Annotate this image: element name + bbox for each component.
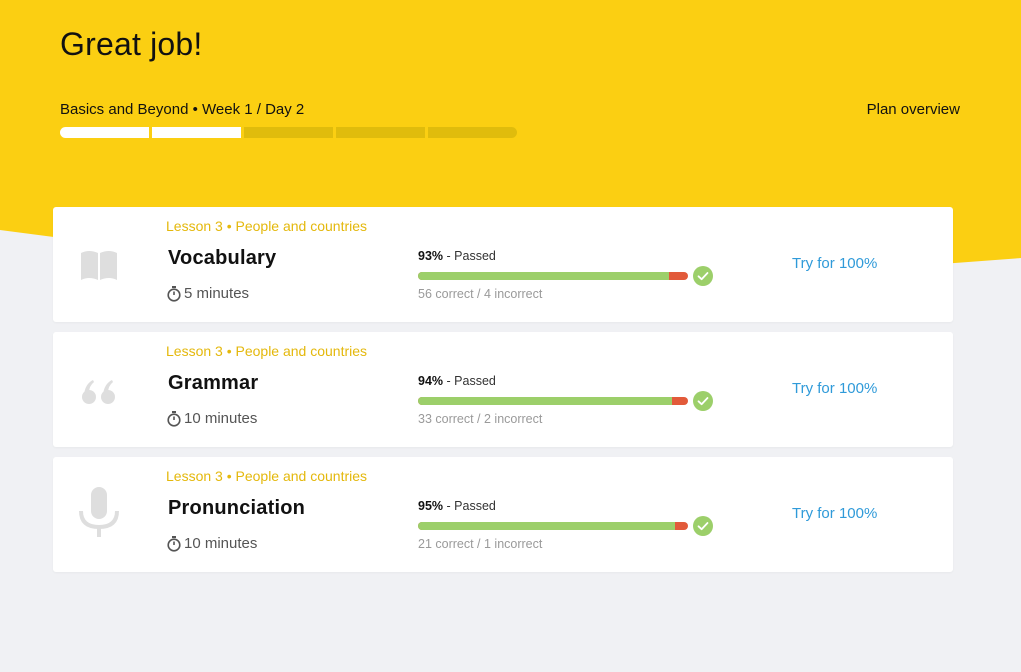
exercise-title: Vocabulary [168,247,277,269]
duration-text: 5 minutes [184,285,250,302]
page-title: Great job! [60,26,203,62]
quote-icon [82,380,115,404]
duration-text: 10 minutes [184,535,258,552]
check-circle-icon [693,391,713,411]
result-card-vocabulary: Lesson 3 • People and countries Vocabula… [53,207,953,322]
try-for-100-button[interactable]: Try for 100% [792,380,877,397]
duration: 10 minutes [167,410,257,427]
stopwatch-icon [167,285,181,302]
score-bar-fill [418,397,672,405]
course-progress-label: Basics and Beyond • Week 1 / Day 2 [60,101,305,118]
score-line: 93% - Passed [418,249,496,263]
score-status: - Passed [446,499,496,513]
answer-counts: 56 correct / 4 incorrect [418,287,543,301]
score-percent: 95% [418,499,444,513]
score-bar-fill [418,522,675,530]
lesson-label: Lesson 3 • People and countries [166,468,368,484]
try-for-100-button[interactable]: Try for 100% [792,505,877,522]
answer-counts: 21 correct / 1 incorrect [418,537,543,551]
stopwatch-icon [167,410,181,427]
week-progress-segment [336,127,425,138]
score-percent: 94% [418,374,444,388]
score-bar [418,522,688,530]
result-card-grammar: Lesson 3 • People and countries Grammar … [53,332,953,447]
lesson-label: Lesson 3 • People and countries [166,343,368,359]
score-percent: 93% [418,249,444,263]
week-progress-segment [152,127,241,138]
duration: 10 minutes [167,535,257,552]
exercise-title: Grammar [168,372,259,394]
week-progress-segment [428,127,517,138]
book-icon [81,251,117,280]
check-circle-icon [693,516,713,536]
stopwatch-icon [167,535,181,552]
score-line: 95% - Passed [418,499,496,513]
exercise-title: Pronunciation [168,497,306,519]
check-circle-icon [693,266,713,286]
microphone-icon [79,487,119,537]
result-card-pronunciation: Lesson 3 • People and countries Pronunci… [53,457,953,572]
score-bar [418,272,688,280]
week-progress-segment [60,127,149,138]
week-progress-segment [244,127,333,138]
duration-text: 10 minutes [184,410,258,427]
score-line: 94% - Passed [418,374,496,388]
score-status: - Passed [446,249,496,263]
try-for-100-button[interactable]: Try for 100% [792,255,877,272]
lesson-label: Lesson 3 • People and countries [166,218,368,234]
score-status: - Passed [446,374,496,388]
score-bar [418,397,688,405]
answer-counts: 33 correct / 2 incorrect [418,412,543,426]
duration: 5 minutes [167,285,249,302]
score-bar-fill [418,272,670,280]
plan-overview-link[interactable]: Plan overview [867,101,960,118]
week-progress-bar [60,127,517,138]
